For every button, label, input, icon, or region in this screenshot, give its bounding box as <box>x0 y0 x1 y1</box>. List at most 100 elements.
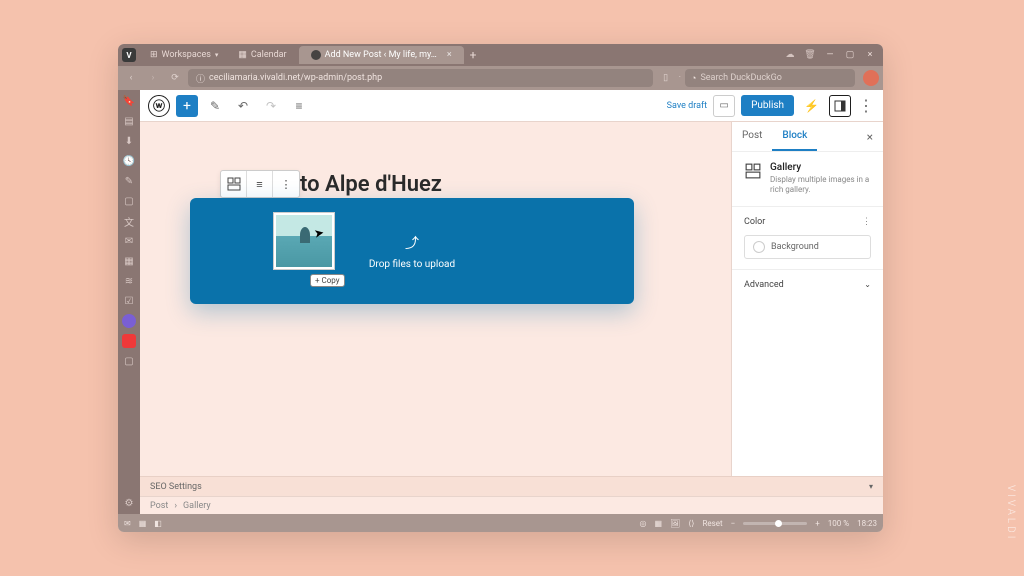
capture-icon[interactable]: ◎ <box>639 519 646 528</box>
minimize-button[interactable]: — <box>821 47 839 63</box>
vivaldi-watermark: VIVALDI <box>1005 485 1016 541</box>
upload-dropzone[interactable]: ⤴ Drop files to upload <box>190 198 634 304</box>
workspaces-label: Workspaces <box>162 50 211 60</box>
site-info-icon: ⓘ <box>196 72 205 85</box>
tiling-icon[interactable]: ▦ <box>654 519 662 528</box>
browser-statusbar: ✉ ▦ ◧ ◎ ▦ 🖼 ⟨⟩ Reset − + 100 % 18:23 <box>118 514 883 532</box>
add-panel-icon[interactable]: ▢ <box>122 354 136 368</box>
color-more-button[interactable]: ⋮ <box>862 217 871 227</box>
copy-badge: + Copy <box>310 274 345 287</box>
vivaldi-logo-icon[interactable]: V <box>122 48 136 62</box>
reader-icon[interactable]: ▯ <box>657 69 675 87</box>
forward-button[interactable]: › <box>144 69 162 87</box>
url-field[interactable]: ⓘ ceciliamaria.vivaldi.net/wp-admin/post… <box>188 69 653 87</box>
thumbnail-image <box>276 215 332 267</box>
profile-avatar[interactable] <box>863 70 879 86</box>
chevron-down-icon: ⌄ <box>864 280 871 289</box>
sync-icon[interactable]: ☁ <box>781 47 799 63</box>
block-name: Gallery <box>770 162 871 173</box>
wordpress-editor: ⓦ + ✎ ↶ ↷ ≡ Save draft ▭ Publish ⚡ ⋮ <box>140 90 883 514</box>
search-engine-icon: ◔ <box>691 73 696 84</box>
seo-label: SEO Settings <box>150 482 202 492</box>
feeds-icon[interactable]: ≋ <box>122 274 136 288</box>
new-tab-button[interactable]: + <box>464 48 483 62</box>
mastodon-icon[interactable] <box>122 314 136 328</box>
preview-button[interactable]: ▭ <box>713 95 735 117</box>
more-options-button[interactable]: ⋮ <box>857 95 875 117</box>
color-panel-title: Color <box>744 217 765 227</box>
zoom-slider[interactable] <box>743 522 807 525</box>
page-actions-icon[interactable]: ⟨⟩ <box>688 519 694 528</box>
search-field[interactable]: ◔ Search DuckDuckGo <box>685 69 855 87</box>
edit-tool-icon[interactable]: ✎ <box>204 95 226 117</box>
close-icon[interactable]: × <box>447 50 452 60</box>
advanced-label: Advanced <box>744 280 784 290</box>
calendar-icon: ▦ <box>238 50 247 60</box>
tab-label: Calendar <box>251 50 287 60</box>
calendar-panel-icon[interactable]: ▦ <box>122 254 136 268</box>
redo-button[interactable]: ↷ <box>260 95 282 117</box>
history-icon[interactable]: 🕓 <box>122 154 136 168</box>
list-view-icon[interactable]: ≡ <box>288 95 310 117</box>
post-title[interactable]: to Alpe d'Huez <box>300 172 442 197</box>
add-block-button[interactable]: + <box>176 95 198 117</box>
sidebar-toggle-button[interactable] <box>829 95 851 117</box>
tab-label: Add New Post ‹ My life, my… <box>325 50 437 60</box>
save-draft-button[interactable]: Save draft <box>667 101 707 111</box>
align-button[interactable]: ≡ <box>247 171 273 197</box>
publish-button[interactable]: Publish <box>741 95 794 116</box>
editor-canvas[interactable]: ≡ ⋮ to Alpe d'Huez ⤴ Drop files to uploa… <box>140 122 731 476</box>
reading-list-icon[interactable]: ▤ <box>122 114 136 128</box>
trash-icon[interactable]: 🗑 <box>801 47 819 63</box>
vivaldi-icon[interactable] <box>122 334 136 348</box>
translate-icon[interactable]: 文 <box>122 214 136 228</box>
workspace-icon: ⊞ <box>150 50 158 60</box>
breadcrumb-post[interactable]: Post <box>150 501 168 511</box>
addressbar: ‹ › ⟳ ⓘ ceciliamaria.vivaldi.net/wp-admi… <box>118 66 883 90</box>
advanced-panel[interactable]: Advanced ⌄ <box>732 270 883 300</box>
block-breadcrumb: Post › Gallery <box>140 496 883 514</box>
seo-settings-bar[interactable]: SEO Settings ▾ <box>140 476 883 496</box>
settings-icon[interactable]: ⚙ <box>122 496 136 510</box>
gallery-block-icon[interactable] <box>221 171 247 197</box>
close-sidebar-button[interactable]: × <box>857 122 883 151</box>
background-color-button[interactable]: Background <box>744 235 871 259</box>
editor-toolbar: ⓦ + ✎ ↶ ↷ ≡ Save draft ▭ Publish ⚡ ⋮ <box>140 90 883 122</box>
window-icon[interactable]: ▢ <box>122 194 136 208</box>
tab-post[interactable]: Post <box>732 122 772 151</box>
panel-toggle-icon[interactable]: ◧ <box>154 519 162 528</box>
clock[interactable]: 18:23 <box>857 519 877 528</box>
tasks-icon[interactable]: ☑ <box>122 294 136 308</box>
tab-block[interactable]: Block <box>772 122 817 151</box>
zoom-reset-button[interactable]: Reset <box>702 519 722 528</box>
sidebar-tabs: Post Block × <box>732 122 883 152</box>
jetpack-icon[interactable]: ⚡ <box>800 99 823 113</box>
zoom-in-button[interactable]: + <box>815 519 820 528</box>
bookmarks-icon[interactable]: 🔖 <box>122 94 136 108</box>
mail-status-icon[interactable]: ✉ <box>124 519 131 528</box>
mail-icon[interactable]: ✉ <box>122 234 136 248</box>
dragged-image-thumbnail[interactable] <box>273 212 335 270</box>
calendar-status-icon[interactable]: ▦ <box>139 519 147 528</box>
block-more-button[interactable]: ⋮ <box>273 171 299 197</box>
wordpress-icon <box>311 50 321 60</box>
images-toggle-icon[interactable]: 🖼 <box>670 519 680 528</box>
titlebar: V ⊞ Workspaces ▾ ▦ Calendar Add New Post… <box>118 44 883 66</box>
close-window-button[interactable]: × <box>861 47 879 63</box>
dropzone-text: Drop files to upload <box>369 259 455 270</box>
background-label: Background <box>771 242 819 252</box>
breadcrumb-gallery[interactable]: Gallery <box>183 501 211 511</box>
back-button[interactable]: ‹ <box>122 69 140 87</box>
zoom-out-button[interactable]: − <box>731 519 736 528</box>
tab-calendar[interactable]: ▦ Calendar <box>226 46 298 64</box>
wordpress-logo-icon[interactable]: ⓦ <box>148 95 170 117</box>
reload-button[interactable]: ⟳ <box>166 69 184 87</box>
tab-wordpress[interactable]: Add New Post ‹ My life, my… × <box>299 46 464 64</box>
notes-icon[interactable]: ✎ <box>122 174 136 188</box>
block-toolbar: ≡ ⋮ <box>220 170 300 198</box>
maximize-button[interactable]: ▢ <box>841 47 859 63</box>
undo-button[interactable]: ↶ <box>232 95 254 117</box>
workspaces-button[interactable]: ⊞ Workspaces ▾ <box>142 46 226 64</box>
chevron-down-icon: ▾ <box>869 482 873 491</box>
downloads-icon[interactable]: ⬇ <box>122 134 136 148</box>
